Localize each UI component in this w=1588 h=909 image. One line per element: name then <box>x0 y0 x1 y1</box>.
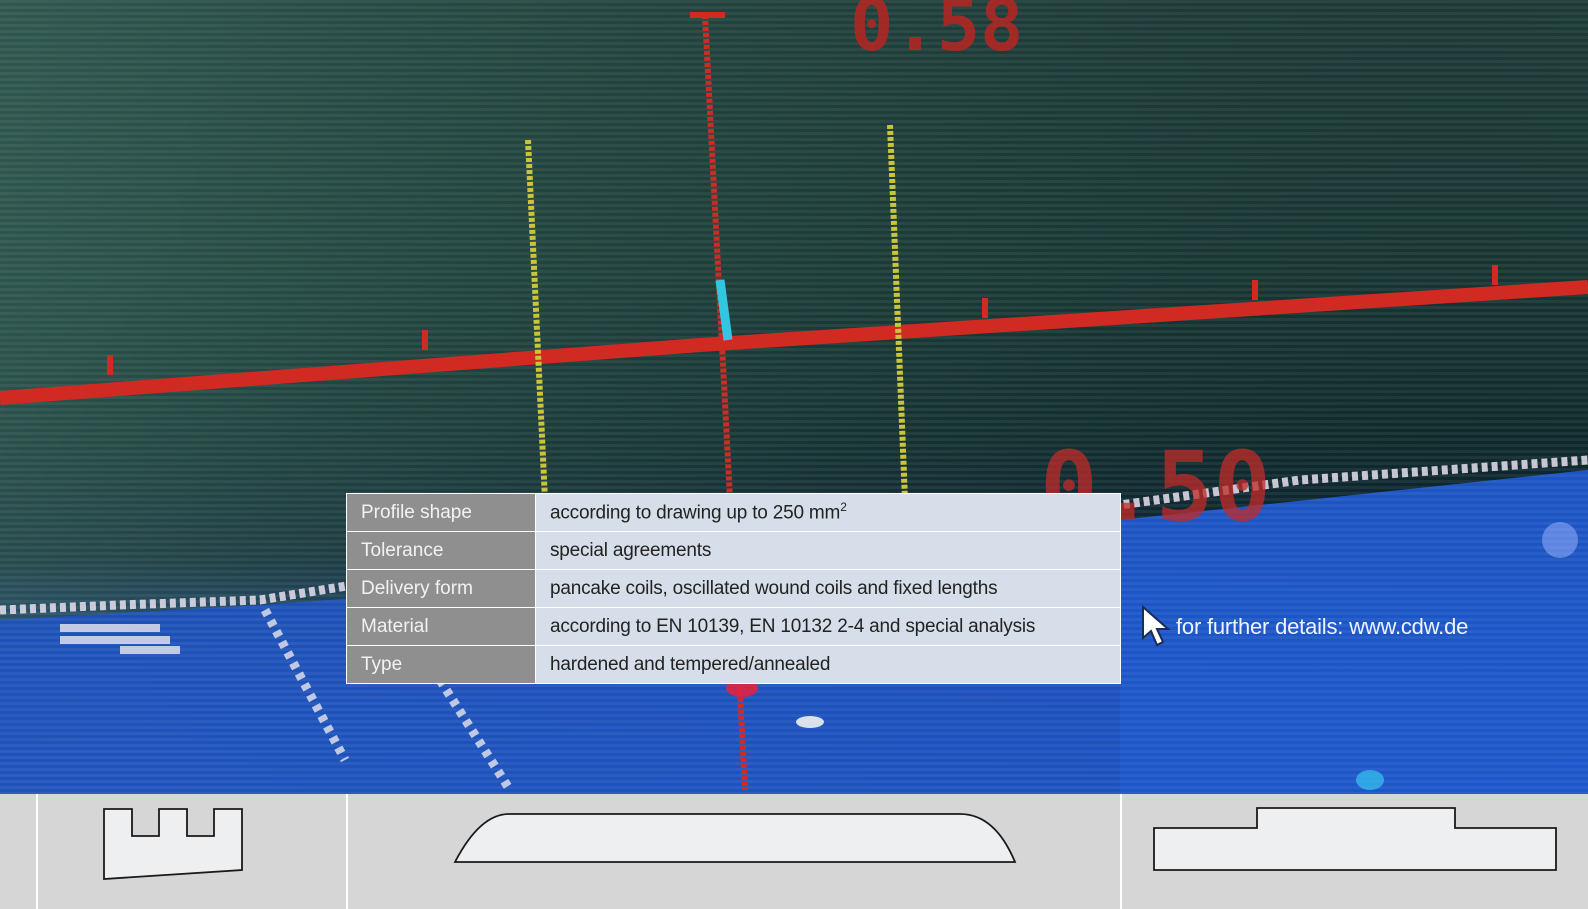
further-details-text: for further details: www.cdw.de <box>1176 614 1469 639</box>
divider <box>36 794 38 909</box>
rounded-flat-profile-icon <box>453 813 1017 863</box>
row-value: according to drawing up to 250 mm2 <box>535 493 1121 532</box>
table-row: Profile shape according to drawing up to… <box>346 493 1121 532</box>
table-row: Delivery form pancake coils, oscillated … <box>346 569 1121 608</box>
row-value: pancake coils, oscillated wound coils an… <box>535 569 1121 608</box>
row-value: special agreements <box>535 531 1121 570</box>
comb-profile-icon <box>103 808 243 880</box>
brochure-panel: 0.58 0.50 Profile shape according to dra… <box>0 0 1588 909</box>
stepped-profile-icon <box>1153 807 1557 871</box>
table-row: Tolerance special agreements <box>346 531 1121 570</box>
row-value-text: according to drawing up to 250 mm <box>550 502 841 524</box>
row-label: Delivery form <box>346 569 536 608</box>
readout-top: 0.58 <box>850 0 1023 67</box>
row-label: Profile shape <box>346 493 536 532</box>
divider <box>346 794 348 909</box>
table-row: Material according to EN 10139, EN 10132… <box>346 607 1121 646</box>
profile-shapes-strip <box>0 794 1588 909</box>
cursor-arrow-icon <box>1142 605 1171 647</box>
row-value: hardened and tempered/annealed <box>535 645 1121 684</box>
divider <box>1120 794 1122 909</box>
further-details-link[interactable]: for further details: www.cdw.de <box>1140 605 1468 649</box>
row-label: Material <box>346 607 536 646</box>
row-value: according to EN 10139, EN 10132 2-4 and … <box>535 607 1121 646</box>
row-value-superscript: 2 <box>840 500 847 515</box>
row-label: Type <box>346 645 536 684</box>
row-label: Tolerance <box>346 531 536 570</box>
specification-table: Profile shape according to drawing up to… <box>346 493 1121 684</box>
table-row: Type hardened and tempered/annealed <box>346 645 1121 684</box>
